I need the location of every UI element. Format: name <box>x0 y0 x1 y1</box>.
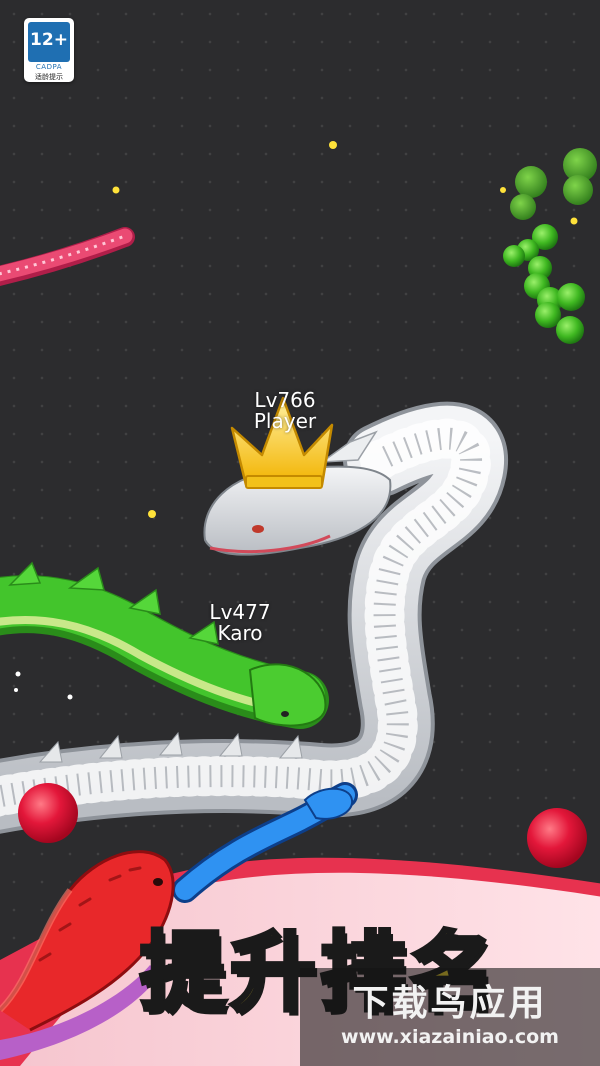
green-orb-cluster <box>503 148 597 344</box>
player-level: Lv766 <box>254 388 316 412</box>
karo-level: Lv477 <box>209 600 271 624</box>
age-rating-icon: 12+ CADPA 适龄提示 <box>24 18 74 82</box>
karo-snake <box>0 561 329 729</box>
age-rating-top: 12+ <box>28 22 70 62</box>
karo-label: Lv477 Karo <box>190 602 290 644</box>
watermark-name: 下载鸟应用 <box>352 983 548 1024</box>
age-rating-label: 12+ <box>30 30 68 50</box>
age-rating-org: CADPA <box>35 63 63 71</box>
karo-name: Karo <box>217 621 263 645</box>
pink-snake <box>0 227 135 286</box>
watermark: 下载鸟应用 www.xiazainiao.com <box>300 968 600 1066</box>
game-stage[interactable]: 12+ CADPA 适龄提示 Lv766 Player Lv477 Karo 提… <box>0 0 600 1066</box>
watermark-url: www.xiazainiao.com <box>341 1026 559 1048</box>
player-label: Lv766 Player <box>230 390 340 432</box>
age-rating-tip: 适龄提示 <box>35 73 63 81</box>
player-name: Player <box>253 409 317 433</box>
game-scene <box>0 141 600 1066</box>
